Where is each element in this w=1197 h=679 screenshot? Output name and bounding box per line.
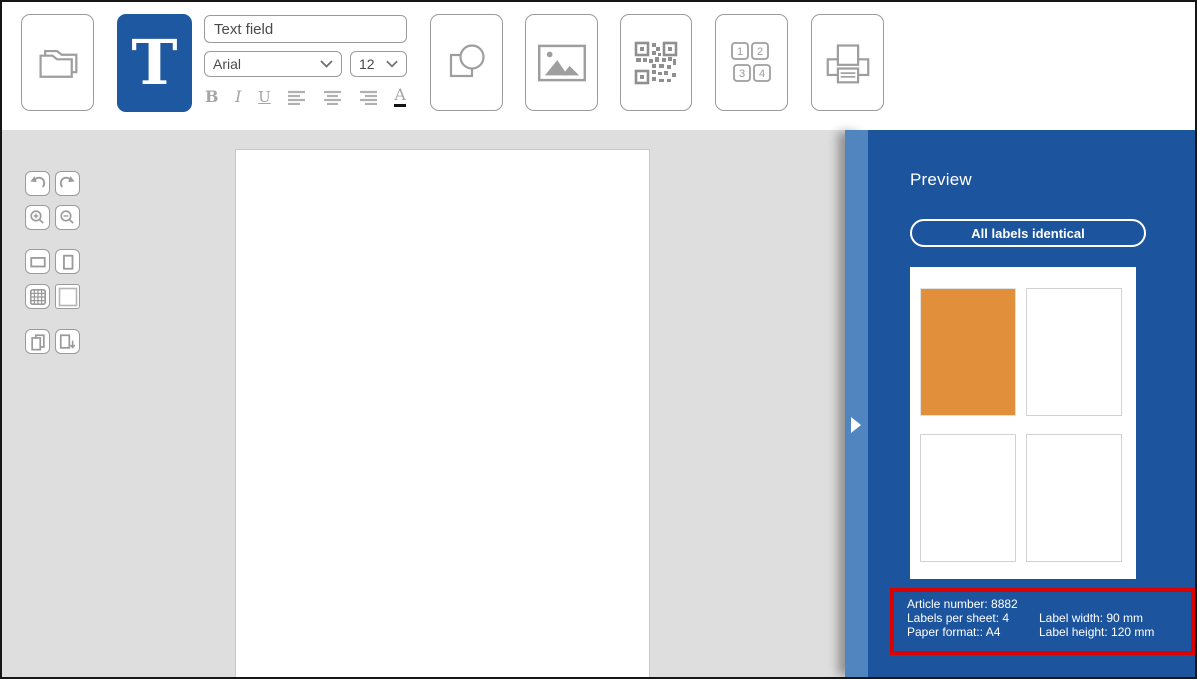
print-icon <box>822 40 874 86</box>
blank-sheet-button[interactable] <box>55 284 80 309</box>
digit-2: 2 <box>756 46 762 58</box>
text-tool-letter: T <box>131 32 177 94</box>
digit-1: 1 <box>736 46 742 58</box>
label-preview-3[interactable] <box>920 434 1016 562</box>
zoom-in-button[interactable] <box>25 205 50 230</box>
qr-code-icon <box>634 41 678 85</box>
print-button[interactable] <box>811 14 884 111</box>
qr-code-button[interactable] <box>620 14 692 111</box>
format-info-highlight-box: Article number: 8882 Labels per sheet: 4… <box>890 588 1195 655</box>
font-size-value: 12 <box>359 56 375 72</box>
landscape-icon <box>29 253 47 271</box>
digit-4: 4 <box>758 68 764 80</box>
label-preview-1[interactable] <box>920 288 1016 416</box>
labels-per-sheet-text: Labels per sheet: 4 <box>907 611 1039 625</box>
move-page-down-button[interactable] <box>55 329 80 354</box>
text-tool-button[interactable]: B T <box>117 14 192 112</box>
zoom-out-icon <box>59 209 76 226</box>
numbering-icon: 1 2 3 4 <box>730 42 774 84</box>
panel-title: Preview <box>910 170 972 190</box>
show-grid-button[interactable] <box>25 284 50 309</box>
label-designer-window: B T Arial 12 B I U <box>0 0 1197 679</box>
portrait-orientation-button[interactable] <box>55 249 80 274</box>
landscape-orientation-button[interactable] <box>25 249 50 274</box>
portrait-icon <box>59 253 77 271</box>
article-number-text: Article number: 8882 <box>907 597 1191 611</box>
redo-icon <box>59 175 76 192</box>
image-button[interactable] <box>525 14 598 111</box>
label-preview-2[interactable] <box>1026 288 1122 416</box>
open-file-button[interactable] <box>21 14 94 111</box>
shapes-button[interactable] <box>430 14 503 111</box>
format-info: Article number: 8882 Labels per sheet: 4… <box>907 597 1191 639</box>
shapes-icon <box>444 40 490 86</box>
duplicate-page-button[interactable] <box>25 329 50 354</box>
blank-sheet-icon <box>58 287 78 307</box>
folder-icon <box>32 41 84 85</box>
chevron-down-icon <box>320 60 333 68</box>
zoom-in-icon <box>29 209 46 226</box>
zoom-out-button[interactable] <box>55 205 80 230</box>
image-icon <box>537 44 587 82</box>
undo-icon <box>29 175 46 192</box>
duplicate-page-icon <box>29 333 47 351</box>
design-canvas[interactable] <box>235 149 650 677</box>
label-preview-4[interactable] <box>1026 434 1122 562</box>
font-family-select[interactable]: Arial <box>204 51 342 77</box>
align-left-button[interactable] <box>287 90 306 105</box>
top-toolbar: B T Arial 12 B I U <box>2 2 1195 130</box>
font-size-select[interactable]: 12 <box>350 51 407 77</box>
preview-panel: Preview All labels identical Article num… <box>868 130 1195 677</box>
align-center-button[interactable] <box>323 90 342 105</box>
undo-button[interactable] <box>25 171 50 196</box>
italic-button[interactable]: I <box>235 89 241 105</box>
bold-button[interactable]: B <box>205 89 219 105</box>
panel-collapse-handle[interactable] <box>845 130 868 677</box>
grid-icon <box>29 288 47 306</box>
font-color-button[interactable]: A <box>394 87 406 107</box>
text-format-row: B I U A <box>205 86 406 108</box>
digit-3: 3 <box>738 68 744 80</box>
numbering-button[interactable]: 1 2 3 4 <box>715 14 788 111</box>
label-width-text: Label width: 90 mm <box>1039 611 1191 625</box>
label-height-text: Label height: 120 mm <box>1039 625 1191 639</box>
chevron-down-icon <box>386 60 398 68</box>
expand-arrow-icon <box>851 417 861 433</box>
font-family-value: Arial <box>213 56 241 72</box>
paper-format-text: Paper format:: A4 <box>907 625 1039 639</box>
page-down-icon <box>58 333 77 351</box>
align-right-button[interactable] <box>359 90 378 105</box>
text-field-input[interactable] <box>204 15 407 43</box>
redo-button[interactable] <box>55 171 80 196</box>
sheet-preview <box>910 267 1136 579</box>
underline-button[interactable]: U <box>258 90 271 105</box>
all-labels-identical-button[interactable]: All labels identical <box>910 219 1146 247</box>
